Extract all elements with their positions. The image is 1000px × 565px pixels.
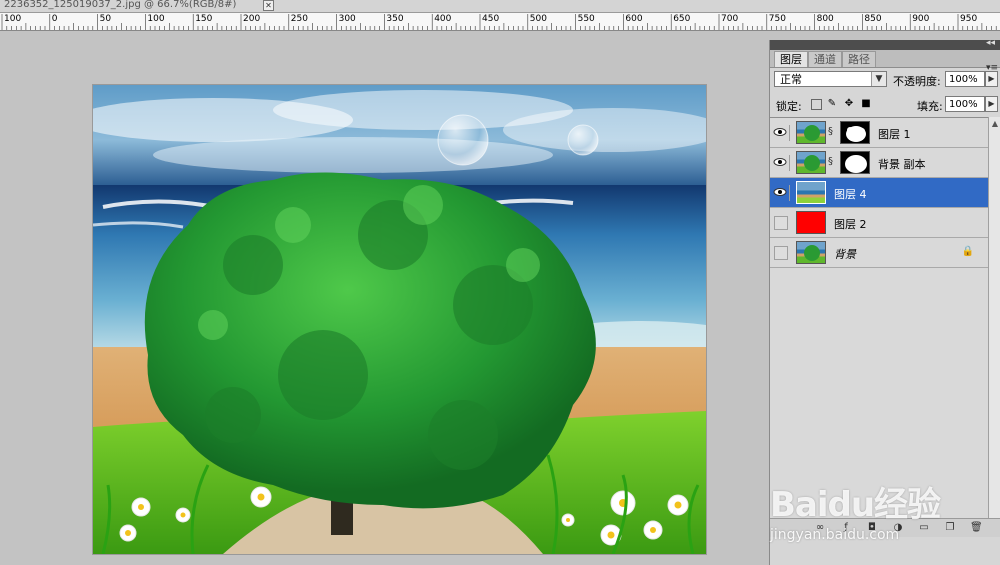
link-layers-icon[interactable]: ∞ [814, 522, 826, 534]
ruler-tick-label: 950 [960, 14, 978, 24]
ruler-tick-label: 400 [434, 14, 452, 24]
adjustment-layer-icon[interactable]: ◑ [892, 522, 904, 534]
layer-name[interactable]: 背景 副本 [878, 156, 926, 172]
ruler-tick-label: 200 [243, 14, 261, 24]
layer-style-icon[interactable]: ƒ [840, 522, 852, 534]
layer-mask-thumbnail[interactable] [840, 121, 870, 144]
ruler-tick-label: 850 [864, 14, 882, 24]
layer-thumbnail[interactable] [796, 211, 826, 234]
layer-row-selected[interactable]: 图层 4 [770, 178, 988, 208]
ruler-tick-label: 500 [529, 14, 547, 24]
scroll-up-icon[interactable]: ▲ [990, 118, 1000, 130]
ruler-tick-label: 600 [625, 14, 643, 24]
layer-name[interactable]: 图层 4 [834, 186, 867, 202]
document-title: 2236352_125019037_2.jpg @ 66.7%(RGB/8#) [4, 0, 237, 10]
chain-link-icon[interactable]: § [828, 126, 833, 137]
layer-row[interactable]: 背景 🔒 [770, 238, 988, 268]
horizontal-ruler[interactable]: 100 0 50 100 150 200 250 300 350 400 450 500 550 600 6… [0, 13, 1000, 31]
layers-list: § 图层 1 § 背景 副本 图层 4 图层 2 背景 🔒 [770, 117, 988, 519]
add-mask-icon[interactable]: ◘ [866, 522, 878, 534]
layer-name[interactable]: 图层 2 [834, 216, 867, 232]
fill-label: 填充: [917, 100, 943, 113]
lock-position-icon[interactable]: ✥ [843, 98, 855, 110]
lock-image-pixels-icon[interactable]: ✎ [826, 98, 838, 110]
layer-thumbnail[interactable] [796, 151, 826, 174]
layer-thumbnail[interactable] [796, 121, 826, 144]
tab-paths[interactable]: 路径 [842, 51, 876, 67]
opacity-input[interactable]: 100% [945, 71, 985, 87]
blend-opacity-row: 正常 ▼ 不透明度: 100% ▶ [770, 68, 1000, 92]
panel-title-bar[interactable]: ◂◂ [770, 38, 1000, 50]
visibility-toggle-empty[interactable] [774, 246, 788, 260]
ruler-tick-label: 900 [912, 14, 930, 24]
fill-slider-toggle-icon[interactable]: ▶ [985, 96, 998, 112]
layer-name[interactable]: 背景 [834, 246, 856, 262]
delete-layer-icon[interactable]: 🗑 [970, 522, 983, 534]
new-group-icon[interactable]: ▭ [918, 522, 930, 534]
layers-bottom-toolbar: ∞ ƒ ◘ ◑ ▭ ❐ 🗑 [770, 518, 1000, 537]
lock-icon: 🔒 [961, 246, 974, 257]
opacity-slider-toggle-icon[interactable]: ▶ [985, 71, 998, 87]
opacity-label: 不透明度: [893, 75, 941, 88]
layer-thumbnail[interactable] [796, 181, 826, 204]
layer-row[interactable]: § 背景 副本 [770, 148, 988, 178]
ruler-tick-label: 0 [51, 14, 58, 24]
eye-icon[interactable] [773, 155, 790, 171]
eye-icon[interactable] [773, 185, 790, 201]
ruler-tick-label: 250 [290, 14, 308, 24]
new-layer-icon[interactable]: ❐ [944, 522, 956, 534]
ruler-tick-label: 300 [338, 14, 356, 24]
lock-all-icon[interactable]: ■ [860, 98, 872, 110]
document-canvas[interactable] [93, 85, 706, 554]
panel-tabs: 图层 通道 路径 ▾≡ [770, 50, 1000, 73]
tab-channels[interactable]: 通道 [808, 51, 842, 67]
ruler-tick-label: 700 [721, 14, 739, 24]
ruler-tick-label: 650 [673, 14, 691, 24]
ruler-tick-label: 100 [147, 14, 165, 24]
ruler-tick-label: 100 [4, 14, 22, 24]
lock-transparent-pixels-icon[interactable] [811, 99, 822, 110]
blend-mode-value: 正常 [780, 73, 802, 86]
ruler-tick-label: 800 [816, 14, 834, 24]
chevron-down-icon[interactable]: ▼ [871, 72, 886, 86]
ruler-tick-label: 350 [386, 14, 404, 24]
chain-link-icon[interactable]: § [828, 156, 833, 167]
collapse-panel-icon[interactable]: ◂◂ [986, 38, 995, 48]
layer-row[interactable]: § 图层 1 [770, 118, 988, 148]
tab-layers[interactable]: 图层 [774, 51, 808, 67]
ruler-tick-label: 150 [195, 14, 213, 24]
lock-label: 锁定: [776, 100, 802, 113]
layer-row[interactable]: 图层 2 [770, 208, 988, 238]
lock-fill-row: 锁定: 填充: 100% ▶ [770, 94, 1000, 116]
ruler-tick-label: 550 [577, 14, 595, 24]
layer-thumbnail[interactable] [796, 241, 826, 264]
document-tab[interactable]: 2236352_125019037_2.jpg @ 66.7%(RGB/8#) … [0, 0, 1000, 13]
blend-mode-select[interactable]: 正常 ▼ [774, 71, 887, 87]
ruler-tick-label: 50 [99, 14, 112, 24]
layers-panel: ◂◂ 图层 通道 路径 ▾≡ 正常 ▼ 不透明度: 100% ▶ 锁定: 填充:… [769, 38, 1000, 565]
canvas-artwork [93, 85, 706, 554]
eye-icon[interactable] [773, 125, 790, 141]
layer-mask-thumbnail[interactable] [840, 151, 870, 174]
layers-scrollbar[interactable]: ▲ [988, 117, 1000, 518]
visibility-toggle-empty[interactable] [774, 216, 788, 230]
ruler-tick-label: 750 [768, 14, 786, 24]
close-document-button[interactable]: ✕ [263, 0, 274, 11]
fill-input[interactable]: 100% [945, 96, 985, 112]
ruler-tick-label: 450 [482, 14, 500, 24]
layer-name[interactable]: 图层 1 [878, 126, 911, 142]
